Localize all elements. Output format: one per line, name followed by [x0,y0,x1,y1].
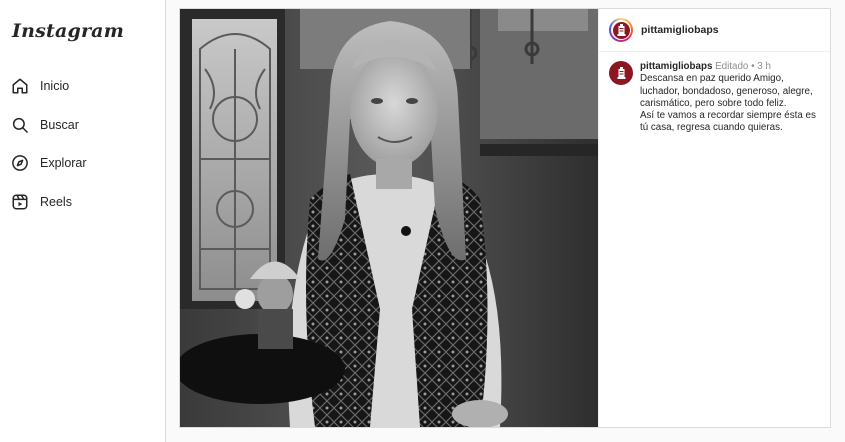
sidebar-item-label: Buscar [40,118,79,132]
avatar[interactable] [609,18,633,42]
avatar[interactable] [609,61,633,85]
sidebar-item-label: Inicio [40,79,70,93]
caption-body: pittamigliobaps Editado • 3 h Descansa e… [640,61,820,135]
sidebar-item-label: Reels [40,195,72,209]
post-caption: pittamigliobaps Editado • 3 h Descansa e… [599,52,830,135]
sidebar-item-label: Explorar [40,156,87,170]
post-photo[interactable] [180,9,598,427]
post-username[interactable]: pittamigliobaps [641,24,719,36]
sidebar: Instagram Inicio Buscar Explorar Reels [0,0,166,442]
post-header: pittamigliobaps [599,9,830,52]
caption-text: Descansa en paz querido Amigo, luchador,… [640,73,816,134]
sidebar-item-reels[interactable]: Reels [10,187,150,217]
post-sidebar: pittamigliobaps pittamigliobaps Editado … [598,9,830,427]
edited-label: Editado [715,61,749,72]
sidebar-item-buscar[interactable]: Buscar [10,110,150,140]
sidebar-item-explorar[interactable]: Explorar [10,148,150,178]
post-time[interactable]: 3 h [757,61,771,72]
post-card: pittamigliobaps pittamigliobaps Editado … [179,8,831,428]
caption-username[interactable]: pittamigliobaps [640,61,712,72]
compass-icon [10,153,30,173]
meta-separator: • [751,61,755,72]
sidebar-item-inicio[interactable]: Inicio [10,71,150,101]
reels-icon [10,192,30,212]
brand-logo-icon [617,67,625,79]
brand-logo-icon [617,24,625,36]
instagram-logo[interactable]: Instagram [12,20,124,42]
home-icon [10,76,30,96]
search-icon [10,115,30,135]
